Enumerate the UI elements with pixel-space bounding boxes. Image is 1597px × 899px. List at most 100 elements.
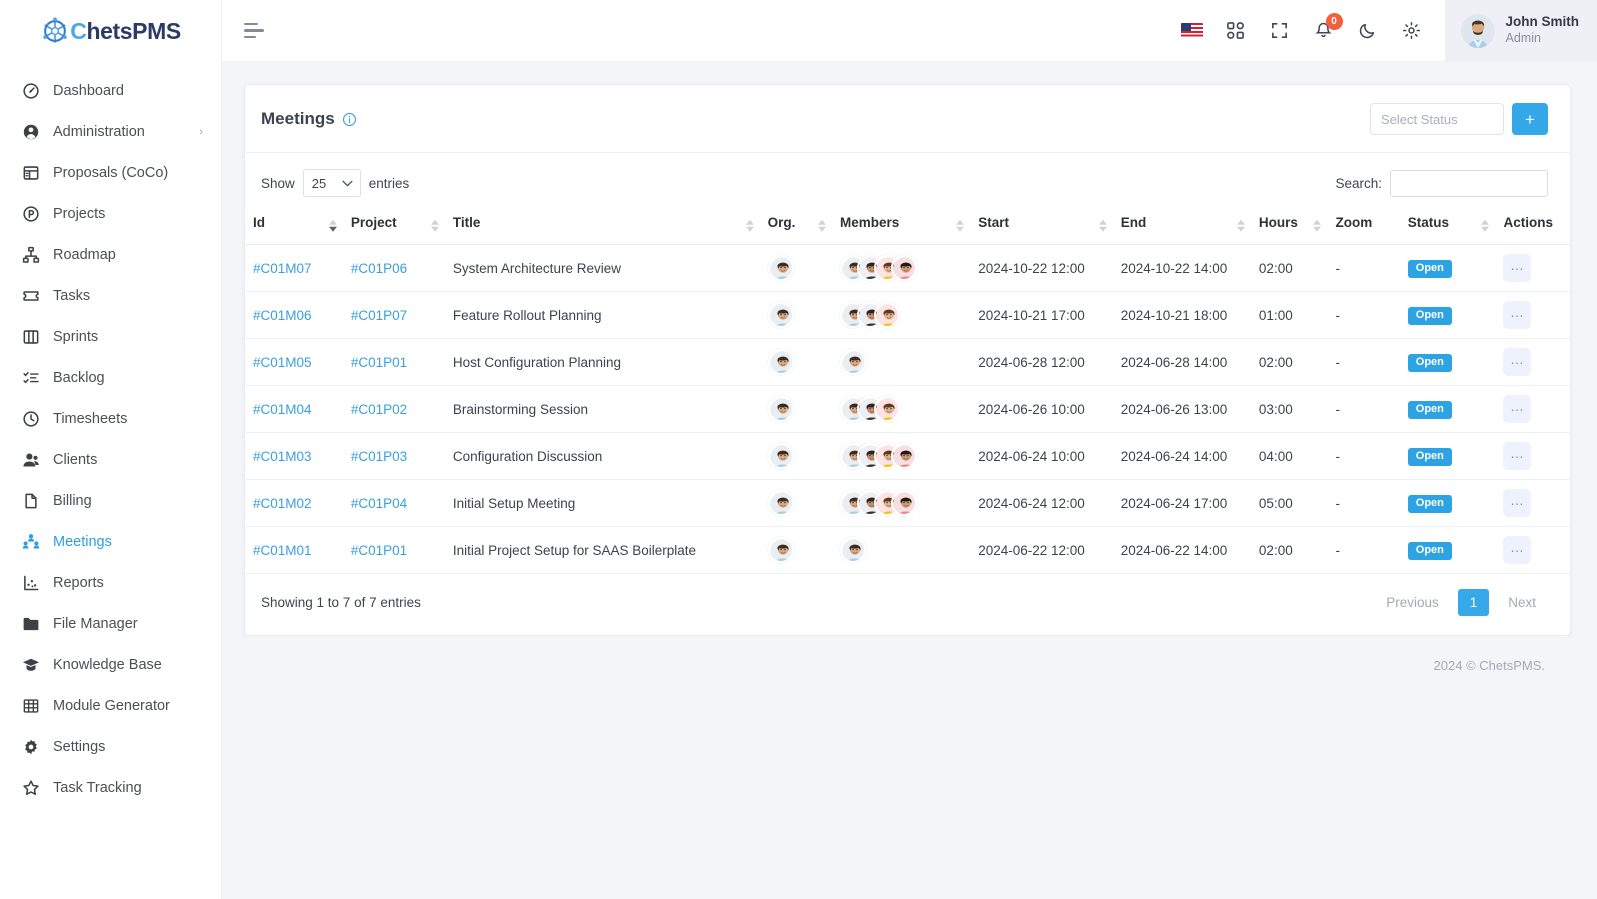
row-actions-button[interactable]: …	[1503, 301, 1532, 329]
column-header-start[interactable]: Start	[970, 209, 1113, 245]
sidebar-item-module-generator[interactable]: Module Generator	[0, 685, 221, 726]
column-header-members[interactable]: Members	[831, 209, 971, 245]
brand-name: ChetsPMS	[70, 17, 181, 44]
sidebar-item-roadmap[interactable]: Roadmap	[0, 234, 221, 275]
member-avatars	[839, 255, 962, 281]
project-id-link[interactable]: #C01P04	[351, 496, 407, 511]
sort-arrows-icon	[430, 219, 439, 232]
column-header-label: Org.	[767, 215, 796, 230]
project-id-link[interactable]: #C01P07	[351, 308, 407, 323]
sidebar-item-dashboard[interactable]: Dashboard	[0, 70, 221, 111]
user-role: Admin	[1505, 31, 1541, 46]
sidebar-item-backlog[interactable]: Backlog	[0, 357, 221, 398]
cell-zoom: -	[1327, 479, 1400, 527]
add-meeting-button[interactable]: +	[1512, 103, 1548, 135]
sidebar-item-proposals-coco[interactable]: Proposals (CoCo)	[0, 152, 221, 193]
project-id-link[interactable]: #C01P01	[351, 355, 407, 370]
row-actions-button[interactable]: …	[1503, 254, 1532, 282]
notifications-bell-icon[interactable]: 0	[1313, 12, 1343, 42]
meeting-id-link[interactable]: #C01M06	[253, 308, 312, 323]
project-id-link[interactable]: #C01P01	[351, 543, 407, 558]
cell-zoom: -	[1327, 244, 1400, 292]
sidebar-item-label: Clients	[53, 451, 98, 468]
sidebar-item-meetings[interactable]: Meetings	[0, 521, 221, 562]
member-avatars	[839, 443, 962, 469]
meeting-id-link[interactable]: #C01M03	[253, 449, 312, 464]
column-header-org[interactable]: Org.	[759, 209, 832, 245]
clock-icon	[20, 408, 42, 430]
sidebar-item-label: Timesheets	[53, 410, 128, 427]
status-badge: Open	[1407, 494, 1452, 513]
meeting-id-link[interactable]: #C01M01	[253, 543, 312, 558]
pagination-previous[interactable]: Previous	[1372, 588, 1453, 617]
column-header-hours[interactable]: Hours	[1250, 209, 1328, 245]
project-id-link[interactable]: #C01P06	[351, 261, 407, 276]
sidebar-item-task-tracking[interactable]: Task Tracking	[0, 767, 221, 808]
fullscreen-icon[interactable]	[1269, 20, 1291, 42]
info-circle-icon[interactable]	[342, 112, 357, 127]
pagination-next[interactable]: Next	[1494, 588, 1550, 617]
us-flag	[1180, 23, 1203, 38]
cell-end: 2024-06-28 14:00	[1112, 338, 1251, 386]
sidebar-item-administration[interactable]: Administration ›	[0, 111, 221, 152]
sidebar-item-projects[interactable]: Projects	[0, 193, 221, 234]
sidebar-item-timesheets[interactable]: Timesheets	[0, 398, 221, 439]
show-label: Show	[261, 175, 295, 191]
sidebar-item-file-manager[interactable]: File Manager	[0, 603, 221, 644]
row-actions-button[interactable]: …	[1503, 395, 1532, 423]
sidebar-item-billing[interactable]: Billing	[0, 480, 221, 521]
settings-gear-icon[interactable]	[1401, 20, 1423, 42]
project-id-link[interactable]: #C01P03	[351, 449, 407, 464]
cell-hours: 03:00	[1250, 385, 1328, 433]
user-profile-chip[interactable]: John Smith Admin	[1444, 0, 1597, 62]
meeting-id-link[interactable]: #C01M05	[253, 355, 312, 370]
search-input[interactable]	[1390, 169, 1548, 197]
table-row: #C01M07 #C01P06 System Architecture Review	[245, 244, 1570, 292]
cell-zoom: -	[1327, 338, 1400, 386]
sidebar-item-settings[interactable]: Settings	[0, 726, 221, 767]
language-flag-us-icon[interactable]	[1180, 20, 1203, 42]
sidebar-item-tasks[interactable]: Tasks	[0, 275, 221, 316]
sidebar-item-sprints[interactable]: Sprints	[0, 316, 221, 357]
org-avatars	[767, 490, 824, 516]
row-actions-button[interactable]: …	[1503, 536, 1532, 564]
sidebar-item-reports[interactable]: Reports	[0, 562, 221, 603]
hamburger-icon[interactable]	[244, 22, 266, 39]
row-actions-button[interactable]: …	[1503, 442, 1532, 470]
column-header-status[interactable]: Status	[1399, 209, 1496, 245]
entries-info: Showing 1 to 7 of 7 entries	[261, 595, 421, 610]
status-filter-select[interactable]: Select Status	[1370, 103, 1504, 135]
row-actions-button[interactable]: …	[1503, 348, 1532, 376]
sidebar-item-label: Billing	[53, 492, 92, 509]
row-actions-button[interactable]: …	[1503, 489, 1532, 517]
cell-org	[759, 385, 832, 433]
meeting-id-link[interactable]: #C01M04	[253, 402, 312, 417]
cell-title: Configuration Discussion	[444, 432, 760, 480]
sidebar-item-clients[interactable]: Clients	[0, 439, 221, 480]
sidebar-item-knowledge-base[interactable]: Knowledge Base	[0, 644, 221, 685]
ticket-icon	[20, 285, 42, 307]
column-header-title[interactable]: Title	[444, 209, 760, 245]
speedometer-icon	[20, 80, 42, 102]
column-header-end[interactable]: End	[1112, 209, 1251, 245]
status-badge: Open	[1407, 259, 1452, 278]
meeting-id-link[interactable]: #C01M07	[253, 261, 312, 276]
apps-grid-icon[interactable]	[1225, 20, 1247, 42]
sidebar-item-label: Backlog	[53, 369, 105, 386]
table-body: #C01M07 #C01P06 System Architecture Review	[245, 244, 1570, 574]
sidebar-item-label: Roadmap	[53, 246, 116, 263]
member-avatars	[839, 490, 962, 516]
meeting-id-link[interactable]: #C01M02	[253, 496, 312, 511]
cell-end: 2024-10-22 14:00	[1112, 244, 1251, 292]
brand-logo-area[interactable]: ChetsPMS	[0, 0, 221, 62]
column-header-project[interactable]: Project	[342, 209, 445, 245]
member-avatar	[873, 396, 900, 422]
pagination-page-1[interactable]: 1	[1457, 589, 1490, 616]
table-header-row: Id Project Title Org. Members Start End Hours Zo…	[245, 209, 1570, 245]
project-id-link[interactable]: #C01P02	[351, 402, 407, 417]
dark-mode-moon-icon[interactable]	[1357, 20, 1379, 42]
cell-end: 2024-06-24 14:00	[1112, 432, 1251, 480]
meetings-table-wrapper: Id Project Title Org. Members Start End Hours Zo…	[245, 209, 1570, 574]
column-header-id[interactable]: Id	[245, 209, 343, 245]
page-length-select[interactable]: 25	[302, 169, 361, 197]
